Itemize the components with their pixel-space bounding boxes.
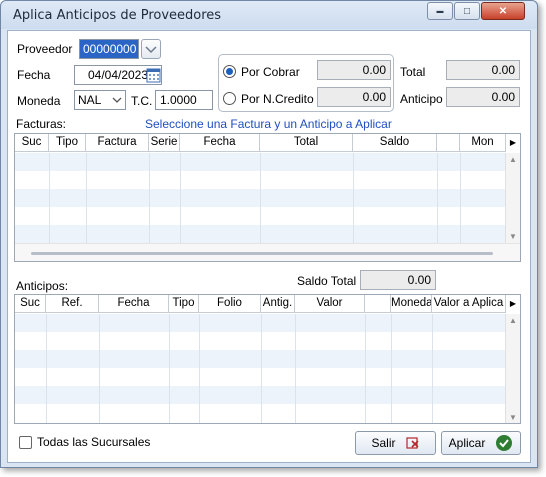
- calendar-icon: [146, 68, 161, 83]
- facturas-col-serie[interactable]: Serie: [149, 134, 180, 152]
- anticipos-col-folio[interactable]: Folio: [199, 295, 261, 313]
- proveedor-label: Proveedor: [17, 42, 73, 56]
- saldo-total-label: Saldo Total: [297, 274, 357, 288]
- total-value: 0.00: [446, 60, 520, 80]
- scroll-up-icon[interactable]: ▲: [509, 316, 517, 325]
- grid-line: [46, 314, 47, 423]
- facturas-col-saldo[interactable]: Saldo: [353, 134, 437, 152]
- grid-line: [437, 153, 438, 243]
- facturas-col-tipo[interactable]: Tipo: [49, 134, 86, 152]
- anticipos-col-blank[interactable]: [365, 295, 391, 313]
- facturas-col-suc[interactable]: Suc: [15, 134, 49, 152]
- fecha-label: Fecha: [17, 68, 51, 82]
- anticipos-label: Anticipos:: [16, 279, 69, 293]
- chevron-down-icon: [112, 97, 122, 103]
- por-ncredito-value: 0.00: [317, 87, 391, 107]
- por-cobrar-radio[interactable]: [223, 65, 236, 78]
- facturas-vertical-scrollbar[interactable]: ▲ ▼: [505, 153, 520, 243]
- maximize-icon: □: [463, 5, 471, 17]
- window-title: Aplica Anticipos de Proveedores: [13, 8, 222, 23]
- grid-line: [460, 153, 461, 243]
- facturas-col-blank[interactable]: [437, 134, 460, 152]
- anticipos-col-tipo[interactable]: Tipo: [169, 295, 199, 313]
- facturas-scroll-right-button[interactable]: ▶: [505, 134, 520, 152]
- grid-line: [353, 153, 354, 243]
- anticipos-col-valor-aplicar[interactable]: Valor a Aplica: [432, 295, 505, 313]
- anticipos-vertical-scrollbar[interactable]: ▲ ▼: [505, 314, 520, 423]
- tc-input[interactable]: 1.0000: [155, 90, 213, 110]
- grid-line: [391, 314, 392, 423]
- facturas-horizontal-scrollbar[interactable]: [15, 243, 520, 261]
- close-icon: ✕: [498, 5, 508, 17]
- anticipos-grid[interactable]: Suc Ref. Fecha Tipo Folio Antig. Valor M…: [14, 294, 521, 424]
- scroll-down-icon[interactable]: ▼: [509, 232, 517, 241]
- total-label: Total: [400, 65, 426, 79]
- grid-line: [432, 314, 433, 423]
- todas-sucursales-checkbox[interactable]: [19, 436, 32, 449]
- moneda-value: NAL: [78, 93, 102, 107]
- anticipo-value: 0.00: [446, 87, 520, 107]
- dialog-body: Proveedor 00000000 Fecha 04/04/2023 Mone…: [7, 30, 531, 463]
- instruction-text: Seleccione una Factura y un Anticipo a A…: [145, 117, 392, 131]
- por-ncredito-label: Por N.Credito: [241, 92, 314, 106]
- anticipos-col-suc[interactable]: Suc: [15, 295, 46, 313]
- anticipos-col-moneda[interactable]: Moneda: [391, 295, 432, 313]
- minimize-icon: ▬: [436, 7, 444, 15]
- grid-line: [86, 153, 87, 243]
- check-icon: [496, 435, 513, 451]
- scrollbar-thumb[interactable]: [31, 252, 493, 255]
- por-ncredito-radio[interactable]: [223, 92, 236, 105]
- facturas-grid[interactable]: Suc Tipo Factura Serie Fecha Total Saldo…: [14, 133, 521, 262]
- scroll-up-icon[interactable]: ▲: [509, 155, 517, 164]
- por-cobrar-value: 0.00: [317, 60, 391, 80]
- grid-line: [260, 153, 261, 243]
- anticipos-grid-header: Suc Ref. Fecha Tipo Folio Antig. Valor M…: [15, 295, 505, 313]
- facturas-label: Facturas:: [16, 117, 67, 131]
- moneda-select[interactable]: NAL: [74, 90, 126, 110]
- todas-sucursales-label: Todas las Sucursales: [37, 435, 151, 449]
- facturas-col-factura[interactable]: Factura: [86, 134, 149, 152]
- saldo-total-value: 0.00: [360, 270, 436, 290]
- close-button[interactable]: ✕: [481, 2, 525, 20]
- anticipos-col-antig[interactable]: Antig.: [261, 295, 295, 313]
- chevron-down-icon: [145, 46, 157, 54]
- grid-line: [180, 153, 181, 243]
- exit-icon: [405, 437, 419, 449]
- grid-line: [49, 153, 50, 243]
- grid-line: [365, 314, 366, 423]
- anticipos-scroll-right-button[interactable]: ▶: [505, 295, 520, 313]
- facturas-col-fecha[interactable]: Fecha: [180, 134, 260, 152]
- tc-label: T.C.: [131, 94, 153, 108]
- grid-line: [149, 153, 150, 243]
- calendar-button[interactable]: [146, 66, 161, 84]
- aplicar-button-label: Aplicar: [448, 436, 486, 450]
- grid-line: [199, 314, 200, 423]
- facturas-grid-header: Suc Tipo Factura Serie Fecha Total Saldo…: [15, 134, 505, 152]
- app-window: Aplica Anticipos de Proveedores ▬ □ ✕ Pr…: [0, 0, 538, 468]
- proveedor-input[interactable]: 00000000: [79, 39, 139, 59]
- grid-line: [295, 314, 296, 423]
- salir-button-label: Salir: [371, 436, 396, 450]
- grid-line: [261, 314, 262, 423]
- maximize-button[interactable]: □: [454, 2, 480, 20]
- anticipos-col-fecha[interactable]: Fecha: [99, 295, 169, 313]
- grid-line: [99, 314, 100, 423]
- salir-button[interactable]: Salir: [355, 431, 436, 455]
- aplicar-button[interactable]: Aplicar: [441, 431, 521, 455]
- proveedor-dropdown-button[interactable]: [141, 39, 161, 59]
- facturas-col-mon[interactable]: Mon: [460, 134, 505, 152]
- anticipos-col-ref[interactable]: Ref.: [46, 295, 99, 313]
- title-bar: Aplica Anticipos de Proveedores ▬ □ ✕: [1, 1, 537, 29]
- facturas-col-total[interactable]: Total: [260, 134, 353, 152]
- moneda-label: Moneda: [17, 94, 61, 108]
- minimize-button[interactable]: ▬: [427, 2, 453, 20]
- scroll-down-icon[interactable]: ▼: [509, 413, 517, 422]
- por-cobrar-label: Por Cobrar: [241, 65, 300, 79]
- grid-line: [169, 314, 170, 423]
- anticipos-col-valor[interactable]: Valor: [295, 295, 365, 313]
- anticipo-label: Anticipo: [400, 92, 443, 106]
